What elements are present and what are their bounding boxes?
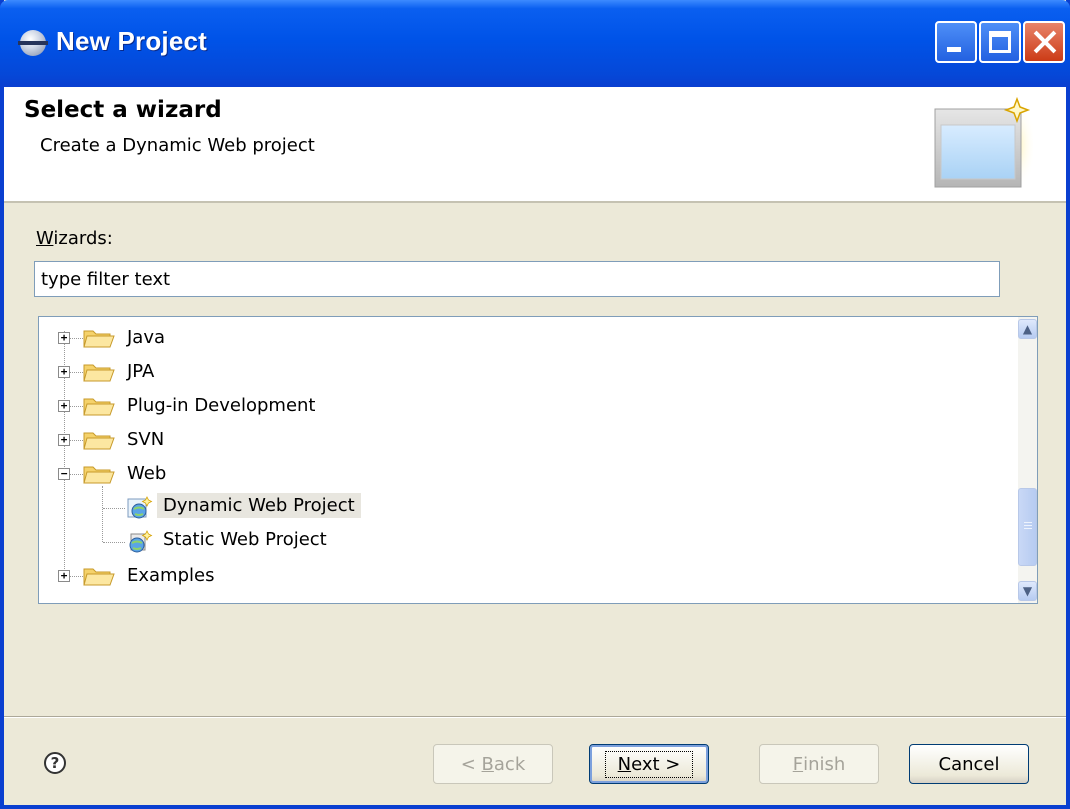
finish-button[interactable]: Finish bbox=[759, 744, 879, 784]
maximize-button[interactable] bbox=[979, 21, 1021, 63]
button-bar-separator bbox=[4, 716, 1066, 718]
tree-item-web[interactable]: Web bbox=[127, 463, 166, 484]
expand-icon[interactable]: + bbox=[58, 332, 70, 344]
cancel-button[interactable]: Cancel bbox=[909, 744, 1029, 784]
folder-open-icon bbox=[83, 466, 115, 484]
expand-icon[interactable]: + bbox=[58, 366, 70, 378]
filter-input[interactable]: type filter text bbox=[34, 261, 1000, 297]
title-bar[interactable]: New Project bbox=[0, 0, 1070, 87]
scroll-thumb[interactable] bbox=[1018, 488, 1037, 566]
close-button[interactable] bbox=[1023, 21, 1065, 63]
tree-item-examples[interactable]: Examples bbox=[127, 565, 214, 586]
tree-item-jpa[interactable]: JPA bbox=[127, 361, 154, 382]
tree-scrollbar[interactable]: ▲ ▼ bbox=[1018, 317, 1037, 603]
folder-icon bbox=[83, 568, 115, 586]
tree-item-plugin-development[interactable]: Plug-in Development bbox=[127, 395, 316, 416]
expand-icon[interactable]: + bbox=[58, 570, 70, 582]
tree-item-dynamic-web-project[interactable]: Dynamic Web Project bbox=[157, 493, 361, 518]
next-button[interactable]: Next > bbox=[589, 744, 709, 784]
wizard-header: Select a wizard Create a Dynamic Web pro… bbox=[4, 87, 1066, 203]
new-wizard-banner-icon bbox=[934, 96, 1033, 190]
tree-item-svn[interactable]: SVN bbox=[127, 429, 164, 450]
scroll-up-button[interactable]: ▲ bbox=[1018, 319, 1037, 339]
static-web-project-icon bbox=[129, 530, 153, 553]
minimize-button[interactable] bbox=[935, 21, 977, 63]
window-title: New Project bbox=[56, 26, 208, 56]
dynamic-web-project-icon bbox=[127, 496, 153, 519]
expand-icon[interactable]: + bbox=[58, 434, 70, 446]
tree-line bbox=[103, 508, 125, 509]
page-description: Create a Dynamic Web project bbox=[40, 135, 315, 156]
eclipse-icon bbox=[18, 30, 48, 56]
scroll-down-button[interactable]: ▼ bbox=[1018, 581, 1037, 601]
expand-icon[interactable]: + bbox=[58, 400, 70, 412]
folder-icon bbox=[83, 432, 115, 450]
wizard-tree[interactable]: + Java + JPA + Plug-in Development + SVN… bbox=[38, 316, 1038, 604]
back-button[interactable]: < Back bbox=[433, 744, 553, 784]
wizards-label: Wizards: bbox=[36, 228, 113, 249]
tree-item-java[interactable]: Java bbox=[127, 327, 165, 348]
folder-icon bbox=[83, 398, 115, 416]
tree-item-static-web-project[interactable]: Static Web Project bbox=[163, 529, 327, 550]
folder-icon bbox=[83, 330, 115, 348]
tree-line bbox=[103, 542, 125, 543]
tree-line bbox=[102, 486, 103, 542]
folder-icon bbox=[83, 364, 115, 382]
new-project-dialog: New Project Select a wizard Create a Dyn… bbox=[0, 0, 1070, 809]
help-icon[interactable]: ? bbox=[44, 752, 66, 774]
page-title: Select a wizard bbox=[24, 97, 222, 123]
collapse-icon[interactable]: − bbox=[58, 468, 70, 480]
